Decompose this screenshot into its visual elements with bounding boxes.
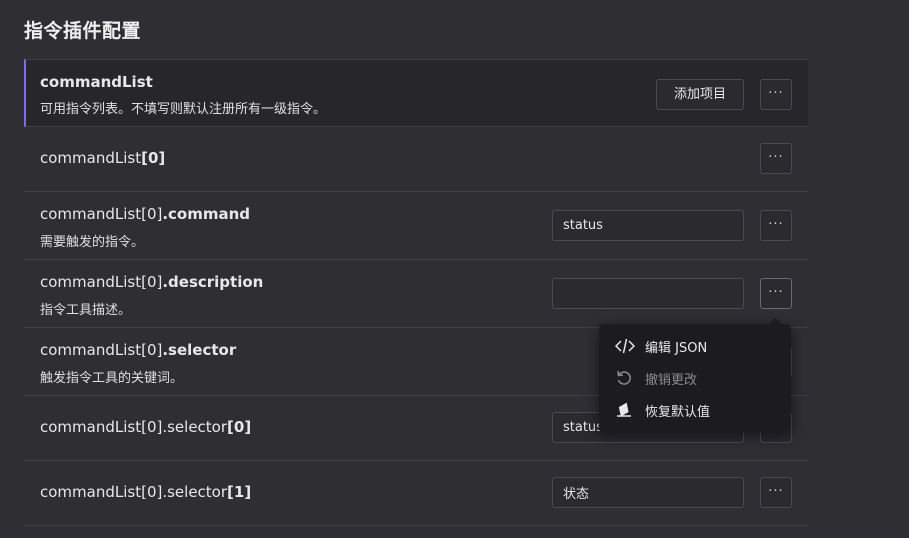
row-title-key: [0] [227,418,252,436]
config-row-commandlist-0: commandList[0] ··· [24,127,808,192]
settings-page: 指令插件配置 commandList 可用指令列表。不填写则默认注册所有一级指令… [0,0,909,538]
menu-caret [769,318,781,324]
row-title: commandList[0].selector[1] [40,483,251,501]
more-options-button[interactable]: ··· [760,79,792,110]
row-title: commandList[0].description [40,273,263,291]
row-description: 可用指令列表。不填写则默认注册所有一级指令。 [40,102,327,117]
row-description: 指令工具描述。 [40,303,132,318]
row-title-path: commandList[0] [40,273,163,291]
config-list: commandList 可用指令列表。不填写则默认注册所有一级指令。 添加项目 … [24,59,808,526]
row-title: commandList [40,73,153,91]
row-title-path: commandList[0] [40,205,163,223]
row-title: commandList[0].command [40,205,250,223]
selector-1-input[interactable] [552,477,744,508]
row-title-path: commandList[0].selector [40,418,228,436]
row-title-key: .command [162,205,251,223]
more-options-button[interactable]: ··· [760,143,792,174]
menu-item-label: 撤销更改 [645,373,698,388]
add-item-button[interactable]: 添加项目 [656,79,744,110]
description-input[interactable] [552,278,744,309]
menu-item-label: 编辑 JSON [645,341,708,356]
row-title-path: commandList[0].selector [40,483,228,501]
row-title-key: [1] [227,483,252,501]
row-title: commandList[0].selector[0] [40,418,251,436]
command-input[interactable] [552,210,744,241]
row-title-path: commandList[0] [40,341,163,359]
undo-icon [615,369,633,387]
row-title: commandList[0] [40,149,165,167]
menu-item-undo-changes[interactable]: 撤销更改 [599,362,791,394]
row-title-key: .selector [162,341,237,359]
row-description: 触发指令工具的关键词。 [40,371,184,386]
more-options-button[interactable]: ··· [760,278,792,309]
row-title-key: [0] [141,149,166,167]
page-title: 指令插件配置 [24,20,142,42]
config-row-description: commandList[0].description 指令工具描述。 ··· [24,260,808,328]
more-options-button[interactable]: ··· [760,210,792,241]
eraser-icon [615,401,633,419]
row-description: 需要触发的指令。 [40,235,145,250]
row-title: commandList[0].selector [40,341,236,359]
code-icon [614,337,636,355]
menu-item-restore-default[interactable]: 恢复默认值 [599,394,791,426]
more-options-button[interactable]: ··· [760,477,792,508]
menu-item-label: 恢复默认值 [645,405,711,420]
context-menu: 编辑 JSON 撤销更改 恢复默认值 [599,318,791,432]
row-title-key: commandList [40,73,153,91]
config-row-command: commandList[0].command 需要触发的指令。 ··· [24,192,808,260]
row-title-path: commandList [40,149,142,167]
row-title-key: .description [162,273,264,291]
config-row-selector-1: commandList[0].selector[1] ··· [24,461,808,526]
menu-item-edit-json[interactable]: 编辑 JSON [599,330,791,362]
config-row-commandlist: commandList 可用指令列表。不填写则默认注册所有一级指令。 添加项目 … [24,59,808,127]
